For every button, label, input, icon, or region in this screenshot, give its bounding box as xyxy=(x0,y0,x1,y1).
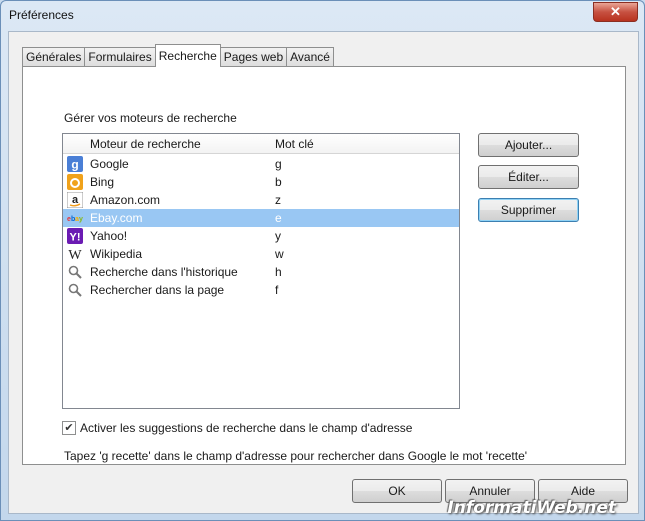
tab-pages-web[interactable]: Pages web xyxy=(219,47,288,67)
section-title: Gérer vos moteurs de recherche xyxy=(64,111,237,125)
svg-text:y: y xyxy=(79,216,83,223)
search-hint: Tapez 'g recette' dans le champ d'adress… xyxy=(64,449,528,463)
engine-keyword: w xyxy=(275,247,284,261)
engine-row-yahoo[interactable]: Y! Yahoo! y xyxy=(63,227,459,245)
engine-name: Amazon.com xyxy=(90,193,161,207)
engine-row-ebay[interactable]: e b a y Ebay.com e xyxy=(63,209,459,227)
engine-keyword: g xyxy=(275,157,282,171)
engine-keyword: e xyxy=(275,211,282,225)
engine-name: Recherche dans l'historique xyxy=(90,265,238,279)
preferences-window: Préférences ✕ Générales Formulaires Rech… xyxy=(0,0,645,521)
google-icon: g xyxy=(67,156,83,172)
list-header: Moteur de recherche Mot clé xyxy=(63,134,459,154)
ebay-icon: e b a y xyxy=(67,216,83,223)
suggestions-checkbox-label[interactable]: Activer les suggestions de recherche dan… xyxy=(80,421,412,435)
engine-name: Yahoo! xyxy=(90,229,128,243)
suggestions-checkbox[interactable]: ✔ xyxy=(62,421,76,435)
tab-recherche[interactable]: Recherche xyxy=(154,44,221,67)
bing-icon xyxy=(67,174,83,190)
tab-formulaires[interactable]: Formulaires xyxy=(84,47,156,67)
engine-keyword: y xyxy=(275,229,281,243)
svg-text:W: W xyxy=(68,248,82,262)
engine-row-google[interactable]: g Google g xyxy=(63,155,459,173)
engine-keyword: f xyxy=(275,283,279,297)
search-engine-list[interactable]: Moteur de recherche Mot clé g Google g B… xyxy=(62,133,460,409)
engine-name: Rechercher dans la page xyxy=(90,283,225,297)
engine-name: Wikipedia xyxy=(90,247,143,261)
magnifier-icon xyxy=(68,283,82,297)
engine-row-amazon[interactable]: a Amazon.com z xyxy=(63,191,459,209)
tab-bar: Générales Formulaires Recherche Pages we… xyxy=(22,44,334,67)
magnifier-icon xyxy=(68,265,82,279)
svg-text:g: g xyxy=(71,158,78,172)
engine-name: Ebay.com xyxy=(90,211,143,225)
engine-row-wikipedia[interactable]: W Wikipedia w xyxy=(63,245,459,263)
engine-keyword: h xyxy=(275,265,282,279)
dialog-client-area: Générales Formulaires Recherche Pages we… xyxy=(8,31,639,514)
amazon-icon: a xyxy=(67,192,83,208)
engine-name: Bing xyxy=(90,175,115,189)
engine-name: Google xyxy=(90,157,129,171)
search-panel: Gérer vos moteurs de recherche Moteur de… xyxy=(22,66,626,465)
close-button[interactable]: ✕ xyxy=(593,2,638,22)
engine-keyword: z xyxy=(275,193,281,207)
tab-avance[interactable]: Avancé xyxy=(286,47,334,67)
engine-keyword: b xyxy=(275,175,282,189)
engine-row-history[interactable]: Recherche dans l'historique h xyxy=(63,263,459,281)
yahoo-icon: Y! xyxy=(67,228,83,244)
tab-generales[interactable]: Générales xyxy=(22,47,86,67)
watermark-logo: InformatiWeb.net xyxy=(447,498,616,518)
delete-button[interactable]: Supprimer xyxy=(478,198,579,222)
column-header-engine[interactable]: Moteur de recherche xyxy=(90,137,201,151)
ok-button[interactable]: OK xyxy=(352,479,442,503)
column-header-keyword[interactable]: Mot clé xyxy=(275,137,314,151)
svg-text:Y!: Y! xyxy=(70,232,81,244)
edit-button[interactable]: Éditer... xyxy=(478,165,579,189)
engine-row-bing[interactable]: Bing b xyxy=(63,173,459,191)
window-title: Préférences xyxy=(9,8,74,22)
wikipedia-icon: W xyxy=(68,248,82,262)
add-button[interactable]: Ajouter... xyxy=(478,133,579,157)
svg-text:a: a xyxy=(72,194,79,206)
engine-row-find-in-page[interactable]: Rechercher dans la page f xyxy=(63,281,459,299)
